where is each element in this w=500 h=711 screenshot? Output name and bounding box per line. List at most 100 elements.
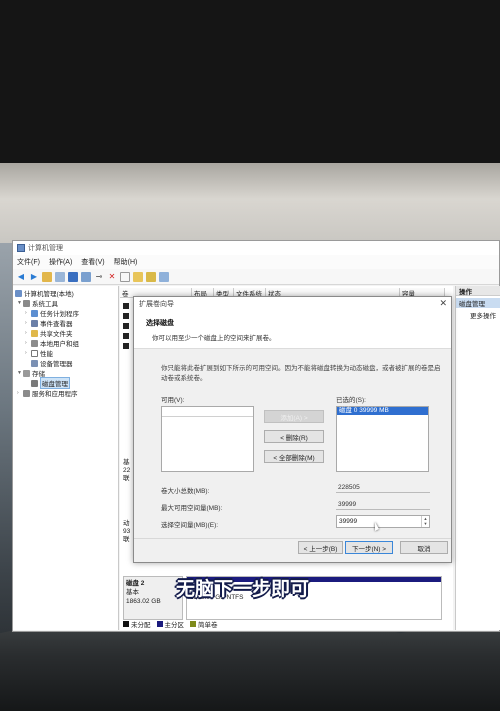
show-tree-icon[interactable] bbox=[55, 271, 65, 282]
action-more[interactable]: 更多操作 bbox=[456, 310, 500, 320]
legend-simple: 简单卷 bbox=[198, 622, 218, 629]
background-sky bbox=[0, 163, 500, 243]
tree-item-shared-folders[interactable]: › 共享文件夹 bbox=[13, 328, 118, 338]
wizard-titlebar: 扩展卷向导 bbox=[134, 297, 451, 311]
tree-label: 任务计划程序 bbox=[40, 311, 79, 318]
total-size-value: 228505 bbox=[336, 483, 430, 493]
tree-item-system-tools[interactable]: ▼ 系统工具 bbox=[13, 298, 118, 308]
performance-icon bbox=[31, 349, 38, 357]
selected-disks-list[interactable]: 磁盘 0 39999 MB bbox=[336, 406, 429, 472]
disk2-info[interactable]: 磁盘 2 基本 1863.02 GB bbox=[123, 576, 183, 620]
tree-item-local-users[interactable]: › 本地用户和组 bbox=[13, 338, 118, 348]
actions-header: 操作 bbox=[456, 286, 500, 296]
users-icon bbox=[31, 339, 38, 347]
delete-icon[interactable]: ✕ bbox=[107, 272, 117, 282]
select-space-label: 选择空间量(MB)(E): bbox=[161, 522, 219, 529]
folder-icon[interactable] bbox=[133, 271, 143, 282]
button-separator bbox=[134, 538, 451, 539]
up-folder-icon[interactable] bbox=[42, 271, 52, 282]
event-log-icon bbox=[31, 319, 38, 327]
tree-item-services-apps[interactable]: › 服务和应用程序 bbox=[13, 388, 118, 398]
tree-item-task-scheduler[interactable]: › 任务计划程序 bbox=[13, 308, 118, 318]
tools-icon bbox=[23, 299, 30, 307]
back-button[interactable]: < 上一步(B) bbox=[298, 541, 343, 554]
window-title: 计算机管理 bbox=[28, 245, 63, 252]
settings-icon[interactable] bbox=[159, 271, 169, 282]
mouse-cursor-icon bbox=[375, 522, 379, 531]
tree-item-event-viewer[interactable]: › 事件查看器 bbox=[13, 318, 118, 328]
back-arrow-icon[interactable]: ◀ bbox=[16, 272, 26, 282]
max-space-label: 最大可用空间量(MB): bbox=[161, 505, 223, 512]
legend-swatch-unallocated bbox=[123, 621, 129, 627]
search-icon[interactable] bbox=[146, 271, 156, 282]
wizard-subheading: 你可以用至少一个磁盘上的空间来扩展卷。 bbox=[152, 335, 276, 342]
tree-item-disk-management[interactable]: 磁盘管理 bbox=[13, 377, 118, 389]
extend-volume-wizard: 扩展卷向导 ✕ 选择磁盘 你可以用至少一个磁盘上的空间来扩展卷。 你只能将此卷扩… bbox=[133, 296, 452, 563]
computer-management-icon bbox=[17, 244, 25, 252]
volume-row-icon[interactable] bbox=[123, 323, 129, 329]
properties-icon[interactable] bbox=[81, 271, 91, 282]
volume-row-icon[interactable] bbox=[123, 343, 129, 349]
help-icon[interactable] bbox=[68, 271, 78, 282]
clock-icon bbox=[31, 309, 38, 317]
close-icon[interactable]: ✕ bbox=[439, 298, 447, 309]
legend-unallocated: 未分配 bbox=[131, 622, 151, 629]
wizard-description: 你只能将此卷扩展到如下所示的可用空间。因为不能将磁盘转换为动态磁盘，或者被扩展的… bbox=[161, 365, 441, 382]
tree-label: 性能 bbox=[40, 351, 53, 358]
next-button[interactable]: 下一步(N) > bbox=[345, 541, 393, 554]
navigation-tree: 计算机管理(本地) ▼ 系统工具 › 任务计划程序 › 事件查看器 › 共享文件… bbox=[13, 286, 119, 630]
selected-label: 已选的(S): bbox=[336, 397, 366, 404]
available-disks-list[interactable] bbox=[161, 406, 254, 472]
selected-disk-item[interactable]: 磁盘 0 39999 MB bbox=[337, 407, 428, 415]
max-space-value: 39999 bbox=[336, 500, 430, 510]
menu-view[interactable]: 查看(V) bbox=[81, 257, 104, 267]
menu-file[interactable]: 文件(F) bbox=[17, 257, 40, 267]
select-space-stepper[interactable]: 39999 ▲ ▼ bbox=[336, 515, 430, 528]
forward-arrow-icon[interactable]: ▶ bbox=[29, 272, 39, 282]
tree-label: 事件查看器 bbox=[40, 321, 73, 328]
device-manager-icon bbox=[31, 359, 38, 367]
menu-help[interactable]: 帮助(H) bbox=[114, 257, 138, 267]
services-icon bbox=[23, 389, 30, 397]
disk-name: 磁盘 2 bbox=[126, 580, 145, 587]
disk-icon bbox=[31, 379, 38, 387]
remove-button[interactable]: < 删除(R) bbox=[264, 430, 324, 443]
wizard-body: 你只能将此卷扩展到如下所示的可用空间。因为不能将磁盘转换为动态磁盘，或者被扩展的… bbox=[134, 349, 451, 549]
available-list-top-row bbox=[162, 407, 253, 417]
disk-legend: 未分配 主分区 简单卷 bbox=[123, 619, 224, 629]
spin-arrows-icon[interactable]: ▲ ▼ bbox=[421, 516, 429, 527]
video-caption: 无脑下一步即可 bbox=[176, 578, 310, 600]
remove-all-button[interactable]: < 全部删除(M) bbox=[264, 450, 324, 463]
tree-label: 设备管理器 bbox=[40, 361, 73, 368]
tree-label: 计算机管理(本地) bbox=[24, 291, 74, 298]
tree-label: 本地用户和组 bbox=[40, 341, 79, 348]
cancel-button[interactable]: 取消 bbox=[400, 541, 448, 554]
action-disk-management[interactable]: 磁盘管理 bbox=[456, 298, 500, 308]
volume-row-icon[interactable] bbox=[123, 333, 129, 339]
shared-folder-icon bbox=[31, 329, 38, 337]
total-size-label: 卷大小总数(MB): bbox=[161, 488, 210, 495]
toolbar: ◀ ▶ ⊸ ✕ bbox=[13, 269, 499, 285]
top-letterbox bbox=[0, 0, 500, 163]
wizard-heading: 选择磁盘 bbox=[146, 320, 174, 327]
legend-primary: 主分区 bbox=[164, 622, 185, 629]
wizard-header: 选择磁盘 你可以用至少一个磁盘上的空间来扩展卷。 bbox=[134, 311, 451, 349]
legend-swatch-primary bbox=[156, 621, 163, 627]
check-icon[interactable] bbox=[120, 271, 130, 282]
menu-action[interactable]: 操作(A) bbox=[49, 257, 72, 267]
tree-item-device-manager[interactable]: 设备管理器 bbox=[13, 358, 118, 368]
select-space-value[interactable]: 39999 bbox=[339, 518, 357, 525]
tree-item-performance[interactable]: › 性能 bbox=[13, 348, 118, 358]
disk-type: 基本 bbox=[126, 589, 139, 596]
legend-swatch-simple bbox=[190, 621, 196, 627]
add-button[interactable]: 添加(A) > bbox=[264, 410, 324, 423]
volume-row-icon[interactable] bbox=[123, 313, 129, 319]
tree-item-root[interactable]: 计算机管理(本地) bbox=[13, 288, 118, 298]
tree-label: 系统工具 bbox=[32, 301, 58, 308]
tree-label: 服务和应用程序 bbox=[32, 391, 78, 398]
disk-size: 1863.02 GB bbox=[126, 598, 161, 605]
volume-row-icon[interactable] bbox=[123, 303, 129, 309]
available-label: 可用(V): bbox=[161, 397, 185, 404]
connect-icon[interactable]: ⊸ bbox=[94, 272, 104, 282]
window-titlebar: 计算机管理 bbox=[13, 241, 499, 255]
